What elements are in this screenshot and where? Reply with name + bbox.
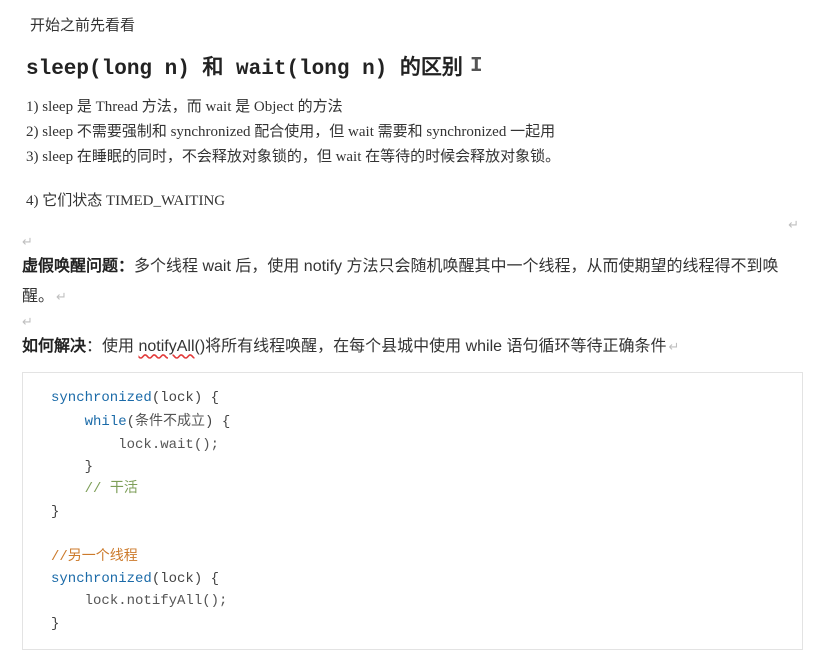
paragraph-mark-icon: ↵ — [22, 218, 799, 231]
howto-notifyall: notifyAll — [138, 338, 194, 355]
code-kw: synchronized — [51, 571, 152, 587]
paragraph-mark-icon: ↵ — [22, 235, 803, 248]
paragraph-mark-icon: ↵ — [669, 339, 680, 354]
text-caret-icon: I — [470, 55, 483, 78]
code-text: lock.wait(); — [118, 437, 219, 453]
code-kw: while — [85, 414, 127, 430]
spurious-text: 多个线程 wait 后，使用 notify 方法只会随机唤醒其中一个线程，从而使… — [22, 258, 779, 305]
howto-bold: 如何解决 — [22, 338, 86, 355]
spurious-bold: 虚假唤醒问题： — [22, 258, 134, 275]
point-1: 1) sleep 是 Thread 方法，而 wait 是 Object 的方法 — [26, 95, 803, 120]
code-text: (lock) { — [152, 390, 219, 406]
code-text: ) { — [205, 414, 230, 430]
intro-text: 开始之前先看看 — [30, 14, 803, 35]
code-text: } — [85, 459, 93, 475]
code-text: (lock) { — [152, 571, 219, 587]
heading-mid: 和 — [190, 58, 236, 81]
heading-mono-1: sleep(long n) — [26, 58, 190, 81]
code-kw: synchronized — [51, 390, 152, 406]
paragraph-mark-icon: ↵ — [56, 289, 67, 304]
code-comment: // 干活 — [85, 481, 138, 497]
heading-mono-2: wait(long n) — [236, 58, 387, 81]
howto-para: 如何解决：使用 notifyAll()将所有线程唤醒，在每个县城中使用 whil… — [22, 332, 803, 362]
point-4: 4) 它们状态 TIMED_WAITING — [26, 189, 803, 214]
code-text: lock.notifyAll(); — [85, 593, 228, 609]
code-text: } — [51, 616, 59, 632]
howto-colon: ：使用 — [86, 338, 138, 355]
code-text: } — [51, 504, 59, 520]
howto-rest: ()将所有线程唤醒，在每个县城中使用 while 语句循环等待正确条件 — [195, 338, 667, 355]
point-3: 3) sleep 在睡眠的同时，不会释放对象锁的，但 wait 在等待的时候会释… — [26, 145, 803, 170]
diff-heading: sleep(long n) 和 wait(long n) 的区别 I — [26, 51, 803, 81]
paragraph-mark-icon: ↵ — [22, 315, 803, 328]
code-cn-text: 条件不成立 — [135, 412, 205, 428]
code-block: synchronized (lock) { while(条件不成立) { loc… — [22, 372, 803, 650]
point-2: 2) sleep 不需要强制和 synchronized 配合使用，但 wait… — [26, 120, 803, 145]
spurious-wakeup-para: 虚假唤醒问题：多个线程 wait 后，使用 notify 方法只会随机唤醒其中一… — [22, 252, 803, 311]
code-text: ( — [127, 414, 135, 430]
difference-list: 1) sleep 是 Thread 方法，而 wait 是 Object 的方法… — [26, 95, 803, 214]
heading-tail: 的区别 — [387, 58, 463, 81]
code-comment: //另一个线程 — [51, 549, 138, 565]
